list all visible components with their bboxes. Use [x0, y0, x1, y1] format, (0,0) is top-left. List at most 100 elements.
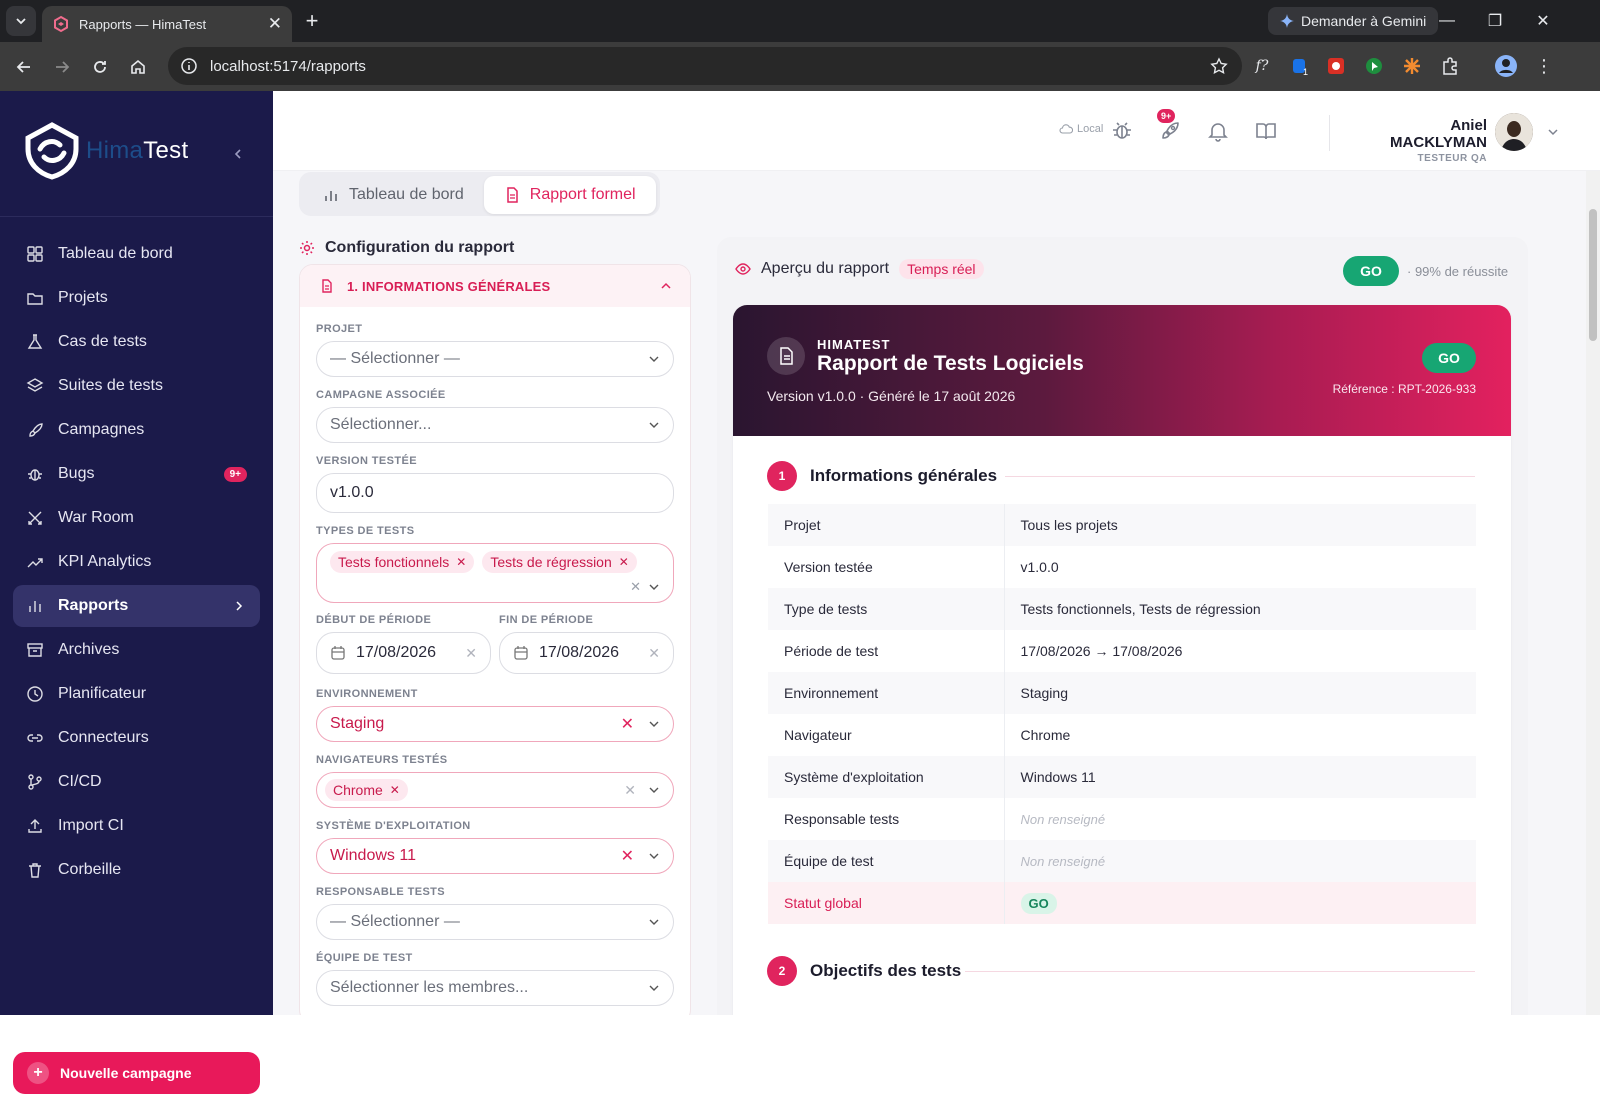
- project-select[interactable]: — Sélectionner —: [316, 341, 674, 377]
- user-role: TESTEUR QA: [1417, 153, 1487, 164]
- page-scrollbar[interactable]: [1586, 171, 1600, 1015]
- header-divider: [1329, 115, 1330, 151]
- back-icon[interactable]: [11, 54, 37, 80]
- app-logo[interactable]: Hima Test: [22, 121, 188, 181]
- sidebar-item-archives[interactable]: Archives: [13, 629, 260, 671]
- forward-icon[interactable]: [49, 54, 75, 80]
- owner-select[interactable]: — Sélectionner —: [316, 904, 674, 940]
- minimize-icon[interactable]: —: [1434, 8, 1460, 34]
- browser-tab[interactable]: Rapports — HimaTest ✕: [42, 6, 292, 42]
- tab-search-button[interactable]: [6, 6, 36, 36]
- version-input[interactable]: v1.0.0: [316, 473, 674, 513]
- formula-extension-icon[interactable]: f?: [1250, 54, 1274, 78]
- layers-icon: [26, 378, 44, 392]
- row-key: Type de tests: [768, 588, 1005, 630]
- report-preview-panel: Aperçu du rapport Temps réel GO · 99% de…: [717, 237, 1528, 1015]
- os-select[interactable]: Windows 11 ✕: [316, 838, 674, 874]
- sidebar-item-corbeille[interactable]: Corbeille: [13, 849, 260, 891]
- top-header: Local 9+ Aniel MACKLYMAN TESTEUR QA: [273, 91, 1600, 171]
- os-label: SYSTÈME D'EXPLOITATION: [316, 820, 471, 832]
- launch-button[interactable]: [1158, 119, 1182, 143]
- sidebar-item-campagnes[interactable]: Campagnes: [13, 409, 260, 451]
- link-icon: [27, 734, 43, 742]
- bug-icon: [28, 469, 42, 481]
- bookmark-star-icon[interactable]: [1210, 57, 1228, 75]
- sidebar-item-bugs[interactable]: Bugs 9+: [13, 453, 260, 495]
- green-extension-icon[interactable]: [1362, 54, 1386, 78]
- gemini-button[interactable]: Demander à Gemini: [1268, 7, 1439, 35]
- sidebar-item-connecteurs[interactable]: Connecteurs: [13, 717, 260, 759]
- avatar[interactable]: [1495, 113, 1533, 151]
- preview-header: Aperçu du rapport Temps réel: [735, 259, 984, 279]
- red-extension-icon[interactable]: [1324, 54, 1348, 78]
- trash-icon: [29, 863, 41, 878]
- user-info[interactable]: Aniel MACKLYMAN TESTEUR QA: [1353, 117, 1487, 164]
- chevron-down-icon[interactable]: [1547, 126, 1559, 138]
- report-go-badge: GO: [1422, 343, 1476, 373]
- close-tab-icon[interactable]: ✕: [268, 14, 282, 34]
- chip-label: Chrome: [333, 782, 383, 798]
- campaign-select[interactable]: Sélectionner...: [316, 407, 674, 443]
- window-close-icon[interactable]: ✕: [1530, 8, 1556, 34]
- browsers-multiselect[interactable]: Chrome ✕ ✕: [316, 772, 674, 808]
- remove-chip-icon[interactable]: ✕: [619, 555, 629, 569]
- chip-functional-tests: Tests fonctionnels ✕: [330, 551, 475, 573]
- sidebar-item-war-room[interactable]: War Room: [13, 497, 260, 539]
- docs-button[interactable]: [1254, 119, 1278, 143]
- clear-date-icon[interactable]: ✕: [648, 645, 660, 662]
- project-label: PROJET: [316, 323, 363, 335]
- new-tab-button[interactable]: +: [300, 10, 324, 32]
- row-key: Responsable tests: [768, 798, 1005, 840]
- sidebar-item-cas-de-tests[interactable]: Cas de tests: [13, 321, 260, 363]
- url-field[interactable]: localhost:5174/rapports: [168, 47, 1242, 85]
- clear-icon[interactable]: ✕: [621, 714, 634, 734]
- remove-chip-icon[interactable]: ✕: [390, 783, 400, 797]
- clear-date-icon[interactable]: ✕: [465, 645, 477, 662]
- extensions-puzzle-icon[interactable]: [1438, 54, 1462, 78]
- asterisk-extension-icon[interactable]: [1400, 54, 1424, 78]
- clear-icon[interactable]: ✕: [621, 846, 634, 866]
- section-general-header[interactable]: 1. INFORMATIONS GÉNÉRALES: [300, 265, 690, 307]
- restore-icon[interactable]: ❐: [1482, 8, 1508, 34]
- scrollbar-thumb[interactable]: [1589, 209, 1597, 341]
- clear-icon[interactable]: ✕: [624, 782, 636, 799]
- clear-icon[interactable]: ✕: [630, 579, 641, 595]
- env-indicator: Local: [1059, 123, 1103, 135]
- chevron-left-icon: [234, 149, 241, 159]
- start-date-input[interactable]: 17/08/2026 ✕: [316, 632, 491, 674]
- browser-menu-icon[interactable]: ⋮: [1532, 54, 1556, 78]
- profile-avatar-icon[interactable]: [1494, 54, 1518, 78]
- reload-icon[interactable]: [87, 54, 113, 80]
- sidebar-item-tableau-de-bord[interactable]: Tableau de bord: [13, 233, 260, 275]
- sidebar-item-ci-cd[interactable]: CI/CD: [13, 761, 260, 803]
- new-campaign-button[interactable]: + Nouvelle campagne: [13, 1052, 260, 1094]
- collapse-sidebar-button[interactable]: [228, 144, 248, 164]
- sidebar-item-planificateur[interactable]: Planificateur: [13, 673, 260, 715]
- sidebar-item-label: Rapports: [58, 597, 129, 614]
- env-label: Local: [1077, 123, 1104, 135]
- report-version-line: Version v1.0.0 · Généré le 17 août 2026: [767, 388, 1016, 404]
- section-general-title: 1. INFORMATIONS GÉNÉRALES: [347, 278, 551, 294]
- tab-dashboard[interactable]: Tableau de bord: [303, 176, 484, 214]
- test-types-multiselect[interactable]: Tests fonctionnels ✕ Tests de régression ✕ …: [316, 543, 674, 603]
- tab-formal-report[interactable]: Rapport formel: [483, 176, 656, 214]
- remove-chip-icon[interactable]: ✕: [456, 555, 466, 569]
- p-extension-icon[interactable]: 1: [1288, 54, 1312, 78]
- plus-icon: +: [27, 1062, 49, 1084]
- report-banner: HIMATEST Rapport de Tests Logiciels Vers…: [733, 305, 1511, 436]
- notifications-button[interactable]: [1206, 119, 1230, 143]
- bug-report-button[interactable]: [1110, 119, 1134, 143]
- home-icon[interactable]: [125, 54, 151, 80]
- site-info-icon[interactable]: [180, 57, 198, 75]
- environment-select[interactable]: Staging ✕: [316, 706, 674, 742]
- report-tabs: Tableau de bord Rapport formel: [299, 172, 660, 216]
- sidebar-item-kpi-analytics[interactable]: KPI Analytics: [13, 541, 260, 583]
- sidebar-item-rapports[interactable]: Rapports: [13, 585, 260, 627]
- team-multiselect[interactable]: Sélectionner les membres...: [316, 970, 674, 1006]
- sidebar-item-projets[interactable]: Projets: [13, 277, 260, 319]
- sidebar-item-suites-de-tests[interactable]: Suites de tests: [13, 365, 260, 407]
- sidebar-item-import-ci[interactable]: Import CI: [13, 805, 260, 847]
- table-row: Version testée v1.0.0: [768, 546, 1476, 588]
- end-date-input[interactable]: 17/08/2026 ✕: [499, 632, 674, 674]
- version-label: VERSION TESTÉE: [316, 455, 417, 467]
